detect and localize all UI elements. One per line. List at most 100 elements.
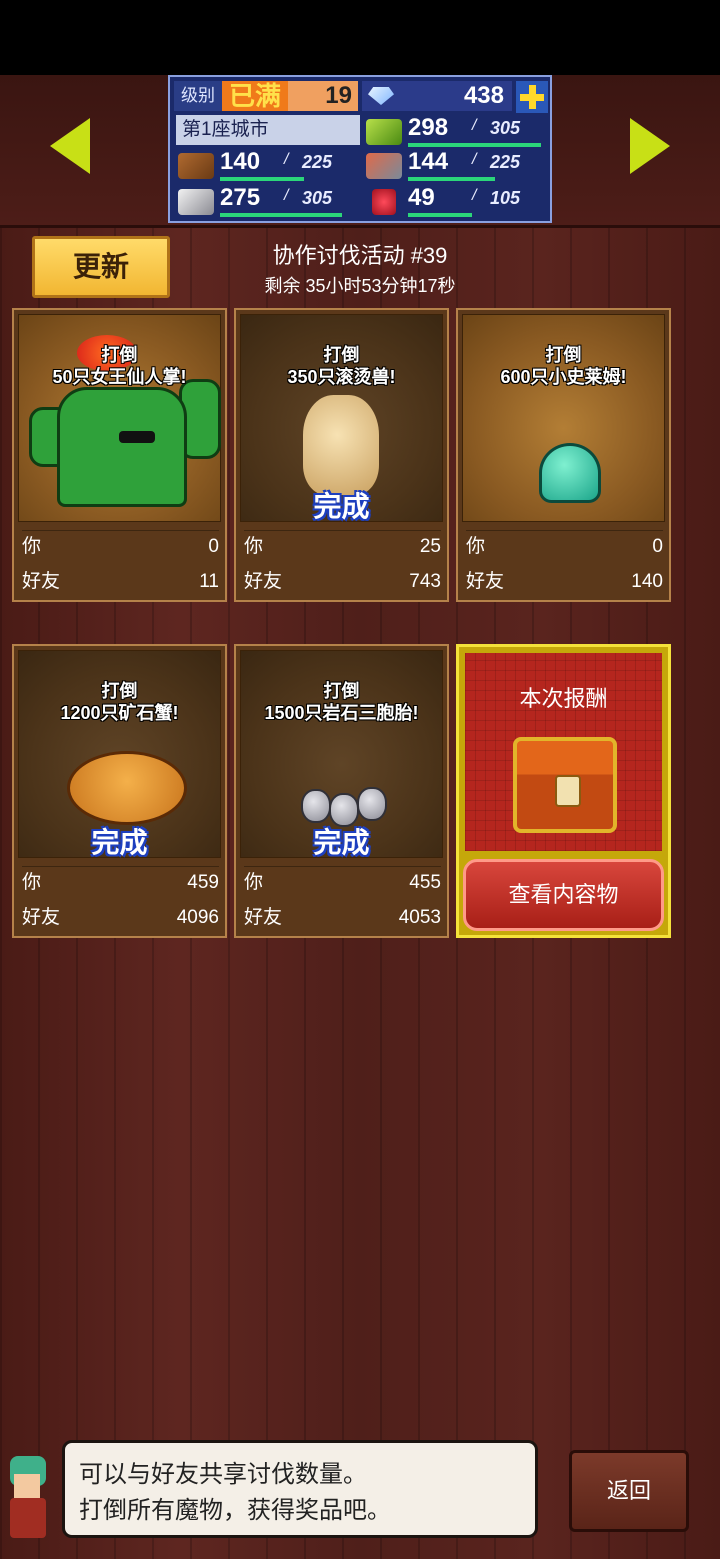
npc-avatar [4, 1456, 54, 1544]
goal-text: 600只小史莱姆! [500, 367, 627, 387]
you-count: 455 [409, 872, 441, 893]
resource-max: 105 [490, 188, 521, 208]
resource-max: 305 [302, 188, 333, 208]
friend-count-row: 好友 4096 [22, 902, 219, 934]
you-count: 0 [208, 536, 219, 557]
ruby-gem-icon [372, 189, 396, 215]
complete-badge: 完成 [313, 827, 370, 858]
resource-wood: 140 / 225 [174, 149, 362, 181]
refresh-button[interactable]: 更新 [32, 236, 170, 298]
hunt-card-ore-crab[interactable]: 打倒 1200只矿石蟹! 完成 你 459 好友 4096 [12, 644, 227, 938]
hunt-card-rock-triplets[interactable]: 打倒 1500只岩石三胞胎! 完成 你 455 好友 4053 [234, 644, 449, 938]
resource-current: 298 [408, 114, 449, 141]
friend-label: 好友 [244, 571, 283, 592]
you-label: 你 [244, 536, 264, 557]
resource-grass: 298 / 305 [362, 115, 550, 147]
resource-food: 144 / 225 [362, 149, 550, 181]
you-count: 25 [419, 536, 441, 557]
event-remaining-time: 剩余 35小时53分钟17秒 [264, 276, 456, 296]
resource-current: 140 [220, 148, 261, 175]
resource-stone: 275 / 305 [174, 185, 362, 217]
friend-count: 743 [409, 571, 441, 592]
monster-image-frame: 打倒 350只滚烫兽! 完成 [240, 314, 443, 522]
diamond-icon [368, 87, 394, 105]
you-count-row: 你 459 [22, 866, 219, 899]
hint-dialog: 可以与好友共享讨伐数量。 打倒所有魔物，获得奖品吧。 [62, 1440, 538, 1538]
rock-monster-icon [357, 787, 387, 821]
you-label: 你 [22, 536, 42, 557]
status-panel: 级别 已满 19 438 第1座城市 140 / 225 298 / 305 1… [168, 75, 552, 223]
friend-label: 好友 [22, 571, 61, 592]
cactus-eyes-icon [119, 431, 155, 443]
resource-current: 49 [408, 184, 435, 211]
resource-separator: / [472, 187, 477, 204]
hunt-card-hot-beast[interactable]: 打倒 350只滚烫兽! 完成 你 25 好友 743 [234, 308, 449, 602]
you-count-row: 你 455 [244, 866, 441, 899]
stone-ore-icon [178, 189, 214, 215]
reward-panel: 本次报酬 查看内容物 [456, 644, 671, 938]
top-black-bar [0, 0, 720, 75]
resource-bar [220, 213, 342, 217]
rock-monster-icon [301, 789, 331, 823]
event-title: 协作讨伐活动 #39 [272, 243, 448, 268]
npc-body [10, 1498, 46, 1538]
prev-city-arrow-icon[interactable] [50, 118, 90, 174]
friend-label: 好友 [466, 571, 505, 592]
gem-value: 438 [463, 82, 504, 109]
goal-text: 1500只岩石三胞胎! [264, 703, 419, 723]
friend-label: 好友 [244, 907, 283, 928]
resource-separator: / [472, 151, 477, 168]
resource-ruby: 49 / 105 [362, 185, 550, 217]
you-count: 459 [187, 872, 219, 893]
resource-max: 225 [302, 152, 333, 172]
resource-current: 144 [408, 148, 449, 175]
level-max-badge: 已满 [222, 81, 288, 111]
resource-separator: / [284, 151, 289, 168]
friend-count-row: 好友 11 [22, 566, 219, 598]
resource-separator: / [284, 187, 289, 204]
view-contents-button[interactable]: 查看内容物 [463, 859, 664, 931]
wood-log-icon [178, 153, 214, 179]
friend-count: 4053 [398, 907, 441, 928]
friend-count: 11 [199, 571, 219, 592]
monster-image-frame: 打倒 600只小史莱姆! [462, 314, 665, 522]
resource-bar [408, 213, 472, 217]
reward-display: 本次报酬 [465, 653, 662, 851]
resource-max: 225 [490, 152, 521, 172]
resource-bar [408, 143, 541, 147]
you-count-row: 你0 [466, 530, 663, 563]
friend-count: 140 [631, 571, 663, 592]
you-label: 你 [244, 872, 264, 893]
lock-icon [555, 775, 581, 807]
you-count-row: 你 25 [244, 530, 441, 563]
monster-image-frame: 打倒 1500只岩石三胞胎! 完成 [240, 650, 443, 858]
hunt-card-little-slime[interactable]: 打倒 600只小史莱姆! 你0 好友 140 [456, 308, 671, 602]
friend-count-row: 好友 140 [466, 566, 663, 598]
friend-count: 4096 [176, 907, 219, 928]
slime-monster-icon [539, 443, 601, 503]
resource-max: 305 [490, 118, 521, 138]
food-icon [366, 153, 402, 179]
npc-face [14, 1474, 40, 1498]
friend-label: 好友 [22, 907, 61, 928]
hunt-card-queen-cactus[interactable]: 打倒 50只女王仙人掌! 你0 好友 11 [12, 308, 227, 602]
goal-text: 1200只矿石蟹! [60, 703, 179, 723]
resource-current: 275 [220, 184, 261, 211]
dialog-line-2: 打倒所有魔物，获得奖品吧。 [79, 1497, 391, 1524]
queen-cactus-monster-icon [57, 387, 187, 507]
gem-counter: 438 [362, 81, 512, 111]
goal-text: 350只滚烫兽! [287, 367, 396, 387]
complete-badge: 完成 [91, 827, 148, 858]
back-button[interactable]: 返回 [569, 1450, 689, 1532]
dialog-line-1: 可以与好友共享讨伐数量。 [79, 1461, 367, 1488]
goal-text: 50只女王仙人掌! [52, 367, 187, 387]
treasure-chest-icon [513, 737, 617, 833]
ore-crab-monster-icon [67, 751, 187, 825]
add-gems-plus-icon[interactable] [516, 81, 548, 113]
you-label: 你 [466, 536, 486, 557]
next-city-arrow-icon[interactable] [630, 118, 670, 174]
you-count-row: 你0 [22, 530, 219, 563]
friend-count-row: 好友 743 [244, 566, 441, 598]
resource-bar [220, 177, 304, 181]
level-label: 级别 [174, 81, 222, 111]
